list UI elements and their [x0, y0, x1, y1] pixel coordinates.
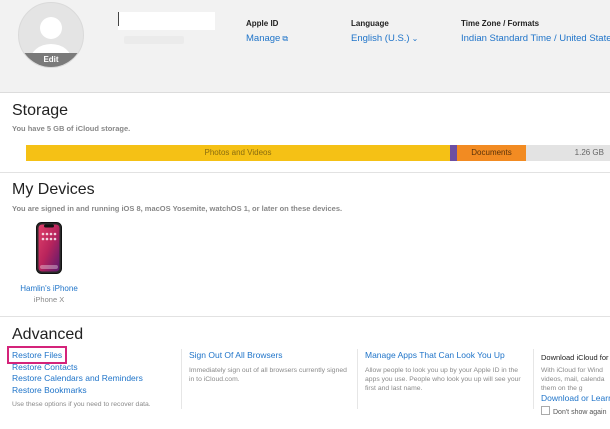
storage-segment-photos: Photos and Videos [26, 145, 450, 161]
timezone-label: Time Zone / Formats [461, 19, 540, 28]
account-header: Edit Apple ID Manage ⧉ Language English (… [0, 0, 610, 93]
column-divider [533, 349, 534, 409]
iphone-icon [36, 222, 62, 274]
language-value[interactable]: English (U.S.) [351, 33, 410, 44]
storage-segment-free: 1.26 GB [526, 145, 610, 161]
avatar-edit-button[interactable]: Edit [19, 53, 83, 67]
column-divider [181, 349, 182, 409]
language-dropdown[interactable]: English (U.S.) ⌄ [351, 33, 418, 44]
timezone-link[interactable]: Indian Standard Time / United States [461, 33, 610, 44]
devices-subtitle: You are signed in and running iOS 8, mac… [12, 204, 343, 213]
device-model: iPhone X [33, 295, 65, 304]
signout-description: Immediately sign out of all browsers cur… [189, 366, 347, 383]
manage-apps-link[interactable]: Manage Apps That Can Look You Up [365, 350, 531, 362]
email-redacted [124, 36, 184, 44]
language-column: Language English (U.S.) ⌄ [351, 19, 418, 44]
dont-show-checkbox[interactable] [541, 405, 550, 415]
external-link-icon: ⧉ [282, 34, 289, 43]
device-item[interactable]: Hamlin's iPhone iPhone X [16, 222, 82, 304]
timezone-column: Time Zone / Formats Indian Standard Time… [461, 19, 610, 44]
download-link[interactable]: Download or Learn [541, 393, 610, 405]
signout-column: Sign Out Of All Browsers Immediately sig… [189, 350, 349, 384]
restore-calendars-link[interactable]: Restore Calendars and Reminders [12, 373, 182, 385]
chevron-down-icon: ⌄ [411, 34, 419, 43]
manage-apps-column: Manage Apps That Can Look You Up Allow p… [365, 350, 531, 393]
language-label: Language [351, 19, 389, 28]
manage-link-text[interactable]: Manage [246, 33, 280, 44]
download-title: Download iCloud for [541, 353, 609, 362]
name-cursor [118, 12, 119, 26]
storage-subtitle: You have 5 GB of iCloud storage. [12, 124, 131, 133]
restore-bookmarks-link[interactable]: Restore Bookmarks [12, 385, 182, 397]
storage-bar: Photos and Videos Documents 1.26 GB [26, 145, 610, 161]
device-name[interactable]: Hamlin's iPhone [16, 284, 82, 293]
storage-segment-other [450, 145, 457, 161]
dont-show-label: Don't show again [553, 408, 607, 416]
advanced-title: Advanced [12, 326, 84, 343]
section-divider [0, 316, 610, 317]
restore-description: Use these options if you need to recover… [12, 401, 151, 408]
column-divider [357, 349, 358, 409]
storage-segment-documents: Documents [457, 145, 526, 161]
sign-out-browsers-link[interactable]: Sign Out Of All Browsers [189, 350, 349, 362]
apple-id-column: Apple ID Manage ⧉ [246, 19, 288, 44]
download-column: Download iCloud for With iCloud for Wind… [541, 350, 610, 416]
apple-id-manage-link[interactable]: Manage ⧉ [246, 33, 288, 44]
manage-apps-description: Allow people to look you up by your Appl… [365, 366, 521, 392]
storage-title: Storage [12, 102, 69, 119]
apple-id-label: Apple ID [246, 19, 279, 28]
dont-show-again-row[interactable]: Don't show again [541, 405, 610, 416]
name-redacted [118, 12, 215, 30]
section-divider [0, 172, 610, 173]
devices-title: My Devices [12, 181, 95, 198]
avatar[interactable]: Edit [18, 2, 84, 68]
download-description: With iCloud for Wind videos, mail, calen… [541, 367, 605, 392]
restore-files-highlight [7, 346, 67, 364]
